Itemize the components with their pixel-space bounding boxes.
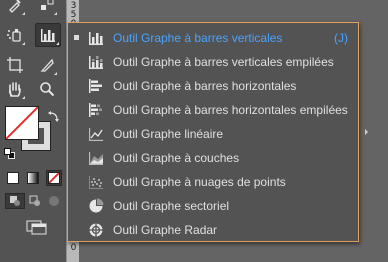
hand-icon [8,82,21,97]
menu-item-label: Outil Graphe à barres verticales [113,31,283,45]
menu-item-label: Outil Graphe à nuages de points [113,175,286,189]
change-screen-mode-button[interactable] [25,218,49,236]
eyedropper-tool[interactable] [4,0,26,16]
menu-item-label: Outil Graphe linéaire [113,127,224,141]
menu-item-label: Outil Graphe à couches [113,151,240,165]
gradient-button[interactable] [27,172,39,184]
blend-icon [41,0,54,10]
blend-tool[interactable] [36,0,58,16]
menu-item-label: Outil Graphe à barres verticales empilée… [113,55,334,69]
graph-tools-flyout-menu: Outil Graphe à barres verticales (J) Out… [67,22,359,242]
none-button[interactable] [46,170,62,186]
none-color-icon [6,107,38,139]
zoom-icon [40,82,55,97]
menu-item-area-graph[interactable]: Outil Graphe à couches [68,146,358,170]
pie-graph-icon [89,198,104,213]
draw-normal-button[interactable] [5,193,25,209]
graph-tool[interactable] [35,23,61,47]
vertical-bar-graph-icon [89,32,103,45]
radar-graph-icon [89,223,103,237]
symbol-sprayer-tool[interactable] [4,24,26,46]
artboard-tool[interactable] [4,54,26,76]
menu-item-stacked-vertical-bar-graph[interactable]: Outil Graphe à barres verticales empilée… [68,50,358,74]
draw-inside-button[interactable] [46,193,62,209]
selected-indicator-icon [74,35,79,40]
menu-item-pie-graph[interactable]: Outil Graphe sectoriel [68,194,358,218]
menu-item-scatter-graph[interactable]: Outil Graphe à nuages de points [68,170,358,194]
menu-item-line-graph[interactable]: Outil Graphe linéaire [68,122,358,146]
fill-swatch[interactable] [5,106,39,140]
vertical-bar-graph-icon [41,29,55,42]
none-icon [49,173,59,183]
draw-inside-icon [49,196,59,206]
slice-icon [40,58,54,72]
tools-panel [0,0,66,262]
menu-item-label: Outil Graphe Radar [113,223,218,237]
screen-mode-icon [26,220,47,235]
menu-item-label: Outil Graphe à barres horizontales empil… [113,103,348,117]
hand-tool[interactable] [4,78,26,100]
ruler-label: 0 [70,243,77,253]
horizontal-bar-graph-icon [89,79,102,93]
zoom-tool[interactable] [36,78,58,100]
scatter-graph-icon [89,176,103,189]
stacked-vertical-bar-graph-icon [89,56,103,69]
draw-behind-icon [29,195,40,206]
menu-item-horizontal-bar-graph[interactable]: Outil Graphe à barres horizontales [68,74,358,98]
artboard-icon [7,57,23,73]
menu-item-label: Outil Graphe sectoriel [113,199,230,213]
draw-normal-icon [10,196,20,206]
menu-item-label: Outil Graphe à barres horizontales [113,79,297,93]
line-graph-icon [89,128,103,141]
area-graph-icon [89,152,103,165]
menu-item-shortcut: (J) [334,31,348,45]
menu-item-radar-graph[interactable]: Outil Graphe Radar [68,218,358,242]
eyedropper-icon [9,0,21,13]
swap-fill-stroke-icon[interactable] [48,110,60,122]
menu-item-stacked-horizontal-bar-graph[interactable]: Outil Graphe à barres horizontales empil… [68,98,358,122]
draw-behind-button[interactable] [27,193,43,209]
stacked-horizontal-bar-graph-icon [89,103,102,117]
slice-tool[interactable] [36,54,58,76]
default-colors-icon[interactable] [4,148,16,160]
menu-item-vertical-bar-graph[interactable]: Outil Graphe à barres verticales (J) [68,26,358,50]
submenu-arrow-icon [365,129,368,135]
color-button[interactable] [7,172,19,184]
